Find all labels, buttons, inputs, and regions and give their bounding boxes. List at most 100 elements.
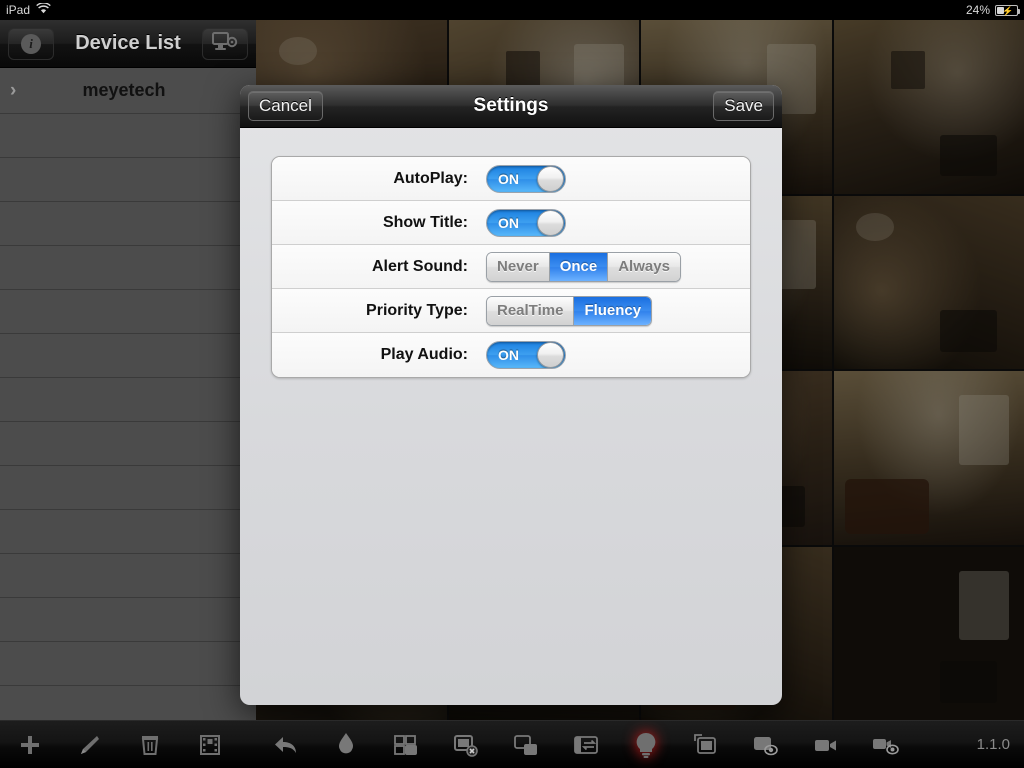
video-cell[interactable] [833,195,1024,369]
list-item[interactable] [0,598,256,642]
toggle-value: ON [498,214,519,231]
ptz-control-icon [334,732,358,758]
single-window-button[interactable] [676,721,736,768]
edit-device-button[interactable] [60,721,120,768]
setting-label: Priority Type: [366,301,468,319]
list-item[interactable] [0,510,256,554]
alarm-bulb-icon [633,731,659,759]
cancel-button[interactable]: Cancel [248,91,323,121]
device-label: iPad [6,3,31,17]
settings-modal: Cancel Settings Save AutoPlay: ON Show T… [240,85,782,705]
monitor-gear-icon [212,31,238,56]
window-pair-icon [513,733,539,757]
settings-group: AutoPlay: ON Show Title: ON Alert Sound:… [271,156,751,378]
list-item[interactable] [0,246,256,290]
autoplay-toggle[interactable]: ON [486,164,566,193]
info-button[interactable]: i [8,27,54,60]
priority-type-segmented-control[interactable]: RealTime Fluency [486,295,653,326]
media-library-button[interactable] [180,721,240,768]
window-pair-button[interactable] [496,721,556,768]
list-item[interactable]: › meyetech [0,68,256,114]
page-title: Device List [75,32,181,54]
toggle-knob [537,165,564,192]
list-item[interactable] [0,202,256,246]
setting-label: Show Title: [382,213,468,231]
snapshot-button[interactable] [736,721,796,768]
list-item[interactable] [0,290,256,334]
record-video-button[interactable] [796,721,856,768]
setting-label: Play Audio: [380,346,468,363]
setting-row-autoplay: AutoPlay: ON [272,157,750,201]
device-list-navbar: i Device List [0,20,256,68]
status-bar: iPad 24% ⚡ [0,0,1024,20]
video-cell[interactable] [833,371,1024,545]
list-item[interactable] [0,554,256,598]
modal-header: Cancel Settings Save [240,85,782,128]
setting-row-show-title: Show Title: ON [272,201,750,245]
video-cell[interactable] [833,20,1024,194]
playback-button[interactable] [856,721,916,768]
info-circle-icon: i [21,33,41,54]
list-item[interactable] [0,642,256,686]
list-item[interactable] [0,686,256,720]
battery-charging-icon: ⚡ [995,4,1020,16]
toggle-value: ON [498,347,519,363]
delete-device-button[interactable] [120,721,180,768]
multi-window-button[interactable] [376,721,436,768]
list-item[interactable] [0,422,256,466]
video-cell[interactable] [833,546,1024,720]
play-audio-toggle[interactable]: ON [486,341,566,369]
list-item[interactable] [0,334,256,378]
device-name: meyetech [82,80,166,100]
segment-once[interactable]: Once [549,252,609,281]
playback-icon [871,733,901,757]
back-arrow-icon [273,734,299,756]
save-button[interactable]: Save [713,91,774,121]
back-button[interactable] [256,721,316,768]
swap-stream-button[interactable] [556,721,616,768]
toggle-value: ON [498,170,519,187]
swap-stream-icon [573,733,599,757]
single-window-icon [693,733,719,757]
trash-icon [139,733,161,757]
list-item[interactable] [0,114,256,158]
close-window-icon [453,733,479,757]
add-device-button[interactable] [0,721,60,768]
toggle-knob [537,209,564,236]
segment-realtime[interactable]: RealTime [487,296,575,325]
setting-row-priority-type: Priority Type: RealTime Fluency [272,289,750,333]
segment-fluency[interactable]: Fluency [574,296,652,325]
list-item[interactable] [0,378,256,422]
setting-label: Alert Sound: [372,257,468,275]
film-strip-icon [199,733,221,757]
show-title-toggle[interactable]: ON [486,208,566,237]
version-label: 1.1.0 [976,736,1010,753]
list-item[interactable] [0,466,256,510]
device-settings-button[interactable] [202,27,248,60]
battery-percent: 24% [965,3,990,17]
alert-sound-segmented-control[interactable]: Never Once Always [486,251,681,282]
segment-never[interactable]: Never [487,252,550,281]
toolbar-left-group [0,721,256,768]
snapshot-icon [752,733,780,757]
alarm-bulb-button[interactable] [616,721,676,768]
segment-always[interactable]: Always [608,252,680,281]
setting-row-alert-sound: Alert Sound: Never Once Always [272,245,750,289]
ipad-screen: i Device List › meyetech iPad 24% ⚡ Canc… [0,0,1024,768]
toggle-knob [537,342,564,368]
device-list-panel: i Device List › meyetech [0,20,256,720]
close-window-button[interactable] [436,721,496,768]
setting-label: AutoPlay: [393,169,468,187]
toolbar-right-group: 1.1.0 [256,721,1024,768]
device-rows[interactable]: › meyetech [0,68,256,720]
ptz-control-button[interactable] [316,721,376,768]
record-video-icon [812,733,840,757]
list-item[interactable] [0,158,256,202]
wifi-icon [36,2,51,17]
pencil-edit-icon [78,733,102,757]
chevron-right-icon: › [10,79,17,101]
bottom-toolbar: 1.1.0 [0,720,1024,768]
multi-window-open-icon [393,733,419,757]
plus-icon [18,733,42,757]
setting-row-play-audio: Play Audio: ON [272,333,750,377]
